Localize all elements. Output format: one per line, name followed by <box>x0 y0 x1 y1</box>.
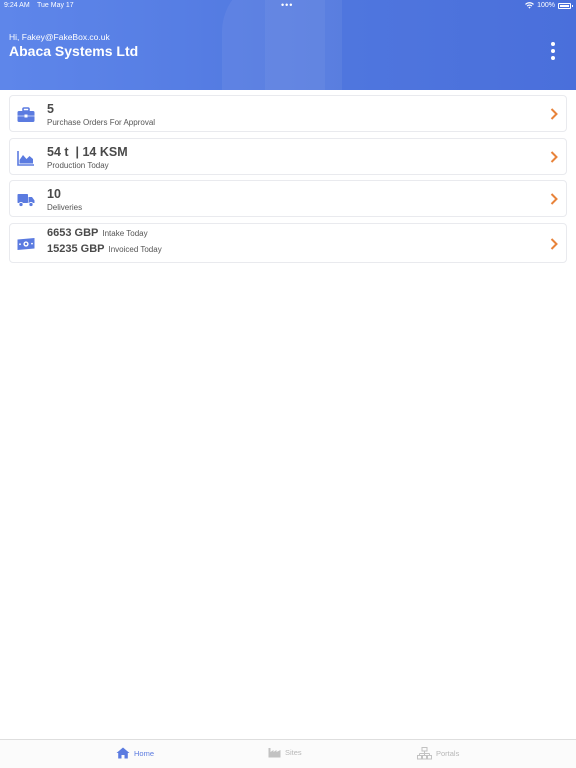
header-decoration <box>265 0 325 90</box>
finance-card[interactable]: 6653 GBP Intake Today 15235 GBP Invoiced… <box>9 223 567 263</box>
greeting-prefix: Hi, <box>9 32 22 42</box>
deliveries-count: 10 <box>47 187 61 201</box>
more-dot <box>551 49 555 53</box>
briefcase-icon <box>17 107 35 122</box>
user-email: Fakey@FakeBox.co.uk <box>21 32 110 42</box>
greeting: Hi, Fakey@FakeBox.co.uk <box>9 32 110 42</box>
multitasking-dots[interactable]: ••• <box>281 0 293 10</box>
tab-home-label: Home <box>134 748 155 758</box>
intake-value: 6653 GBP <box>47 227 99 239</box>
area-chart-icon <box>17 151 34 166</box>
invoiced-value: 15235 GBP <box>47 243 105 255</box>
tab-bar: Home Sites Portals <box>0 739 576 768</box>
chevron-right-icon <box>550 151 558 163</box>
more-dot <box>551 56 555 60</box>
intake-label: Intake Today <box>102 229 148 238</box>
intake-row: 6653 GBP Intake Today <box>47 227 148 239</box>
tab-sites-label: Sites <box>285 748 302 757</box>
status-date: Tue May 17 <box>37 2 74 9</box>
production-label: Production Today <box>47 161 109 170</box>
tab-home[interactable]: Home <box>116 747 154 759</box>
home-screen: 9:24 AM Tue May 17 ••• 100% Hi, Fakey@Fa… <box>0 0 576 768</box>
invoiced-label: Invoiced Today <box>108 245 162 254</box>
battery-icon <box>558 2 573 9</box>
battery-percentage: 100% <box>537 2 555 9</box>
purchase-orders-count: 5 <box>47 102 54 116</box>
chevron-right-icon <box>550 108 558 120</box>
header: 9:24 AM Tue May 17 ••• 100% Hi, Fakey@Fa… <box>0 0 576 90</box>
wifi-icon <box>525 2 534 9</box>
home-icon <box>116 747 130 759</box>
purchase-orders-label: Purchase Orders For Approval <box>47 118 156 127</box>
tab-sites[interactable]: Sites <box>268 747 302 758</box>
production-card[interactable]: 54 t | 14 KSM Production Today <box>9 138 567 175</box>
network-icon <box>417 747 432 760</box>
deliveries-label: Deliveries <box>47 203 83 212</box>
factory-icon <box>268 748 281 758</box>
chevron-right-icon <box>550 238 558 250</box>
purchase-orders-card[interactable]: 5 Purchase Orders For Approval <box>9 95 567 132</box>
production-value: 54 t | 14 KSM <box>47 145 128 159</box>
tab-portals-label: Portals <box>436 749 460 758</box>
status-bar: 9:24 AM Tue May 17 ••• 100% <box>0 0 576 12</box>
company-name: Abaca Systems Ltd <box>9 43 139 59</box>
deliveries-card[interactable]: 10 Deliveries <box>9 180 567 217</box>
more-dot <box>551 42 555 46</box>
status-indicators: 100% <box>525 2 573 9</box>
invoiced-row: 15235 GBP Invoiced Today <box>47 243 162 255</box>
status-time: 9:24 AM <box>4 2 30 9</box>
more-options-button[interactable] <box>548 42 558 60</box>
money-icon <box>17 238 35 250</box>
tab-portals[interactable]: Portals <box>417 747 459 760</box>
chevron-right-icon <box>550 193 558 205</box>
truck-icon <box>17 194 35 208</box>
